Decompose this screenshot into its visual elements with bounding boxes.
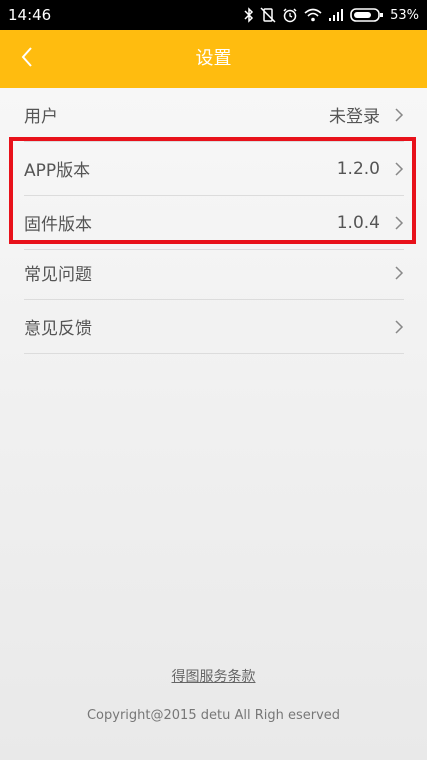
battery-icon <box>350 7 384 23</box>
page-title: 设置 <box>195 48 232 69</box>
wifi-icon <box>304 8 322 22</box>
chevron-right-icon <box>394 319 404 335</box>
copyright-text: Copyright@2015 detu All Righ eserved <box>86 708 341 723</box>
status-time: 14:46 <box>8 6 52 24</box>
settings-item-value: 未登录 <box>329 107 380 127</box>
settings-item-label: 固件版本 <box>24 215 92 235</box>
settings-item-faq[interactable]: 常见问题 <box>24 246 404 300</box>
settings-item-label: 意见反馈 <box>24 319 92 339</box>
settings-item-firmware-version[interactable]: 固件版本 1.0.4 <box>24 196 404 250</box>
status-bar: 14:46 53% <box>0 0 427 30</box>
chevron-right-icon <box>394 265 404 281</box>
settings-item-app-version[interactable]: APP版本 1.2.0 <box>24 142 404 196</box>
settings-item-user[interactable]: 用户 未登录 <box>24 88 404 142</box>
bluetooth-icon <box>244 7 254 23</box>
app-bar: 设置 <box>0 30 427 88</box>
chevron-right-icon <box>394 161 404 177</box>
settings-item-value: 1.2.0 <box>336 158 380 179</box>
settings-content: 用户 未登录 APP版本 1.2.0 固件版本 1.0.4 常见问题 意见反馈 … <box>0 88 427 760</box>
battery-percent: 53% <box>390 7 419 23</box>
signal-icon <box>328 8 344 22</box>
settings-item-label: 用户 <box>24 107 58 127</box>
settings-item-feedback[interactable]: 意见反馈 <box>24 300 404 354</box>
settings-item-label: 常见问题 <box>24 265 92 285</box>
chevron-right-icon <box>394 107 404 123</box>
vibrate-off-icon <box>260 7 276 23</box>
settings-item-value: 1.0.4 <box>336 212 380 233</box>
status-icons: 53% <box>244 7 419 23</box>
alarm-icon <box>282 7 298 23</box>
terms-link[interactable]: 得图服务条款 <box>0 666 427 686</box>
settings-item-label: APP版本 <box>24 161 91 181</box>
chevron-right-icon <box>394 215 404 231</box>
